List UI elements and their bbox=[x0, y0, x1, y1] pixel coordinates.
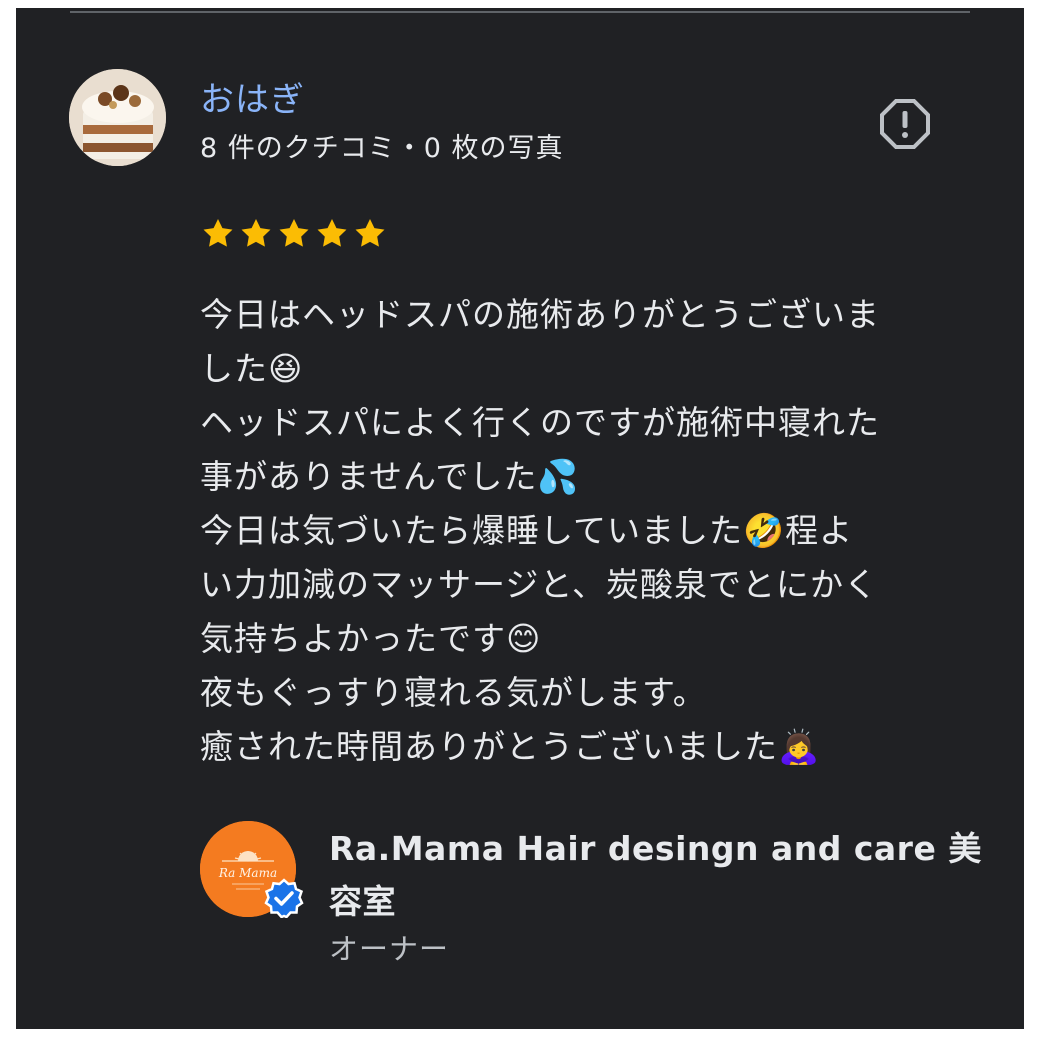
review-line: 癒された時間ありがとうございました🙇‍♀️ bbox=[200, 727, 821, 766]
star-icon bbox=[203, 219, 233, 247]
cake-photo bbox=[69, 69, 166, 166]
reviewer-meta: 8 件のクチコミ・0 枚の写真 bbox=[200, 133, 564, 164]
owner-name-line1: Ra.Mama Hair desingn and care 美 bbox=[329, 829, 982, 868]
reviewer-avatar[interactable] bbox=[69, 69, 166, 166]
review-line: した😆 bbox=[200, 349, 304, 388]
report-icon bbox=[880, 99, 930, 149]
star-icon bbox=[317, 219, 347, 247]
owner-role: オーナー bbox=[329, 932, 450, 966]
star-icon bbox=[279, 219, 309, 247]
star-rating bbox=[200, 216, 388, 252]
review-line: 今日はヘッドスパの施術ありがとうございま bbox=[200, 295, 880, 334]
star-icon bbox=[241, 219, 271, 247]
review-line: 夜もぐっすり寝れる気がします。 bbox=[200, 673, 707, 712]
review-line: い力加減のマッサージと、炭酸泉でとにかく bbox=[200, 565, 879, 604]
owner-name[interactable]: Ra.Mama Hair desingn and care 美 容室 bbox=[329, 822, 982, 928]
star-icon bbox=[355, 219, 385, 247]
review-line: ヘッドスパによく行くのですが施術中寝れた bbox=[200, 403, 880, 442]
review-line: 気持ちよかったです😊 bbox=[200, 619, 542, 658]
reviewer-name[interactable]: おはぎ bbox=[200, 72, 305, 121]
verified-badge-icon bbox=[264, 878, 304, 919]
review-card: おはぎ 8 件のクチコミ・0 枚の写真 今日はヘッドスパの施術ありがとうございま… bbox=[16, 8, 1024, 1029]
review-text: 今日はヘッドスパの施術ありがとうございま した😆 ヘッドスパによく行くのですが施… bbox=[200, 288, 980, 774]
review-line: 今日は気づいたら爆睡していました🤣程よ bbox=[200, 511, 854, 550]
report-button[interactable] bbox=[879, 98, 931, 150]
verified-badge bbox=[264, 878, 304, 919]
review-line: 事がありませんでした💦 bbox=[200, 457, 580, 496]
owner-name-line2: 容室 bbox=[329, 882, 396, 921]
top-divider bbox=[70, 11, 970, 13]
